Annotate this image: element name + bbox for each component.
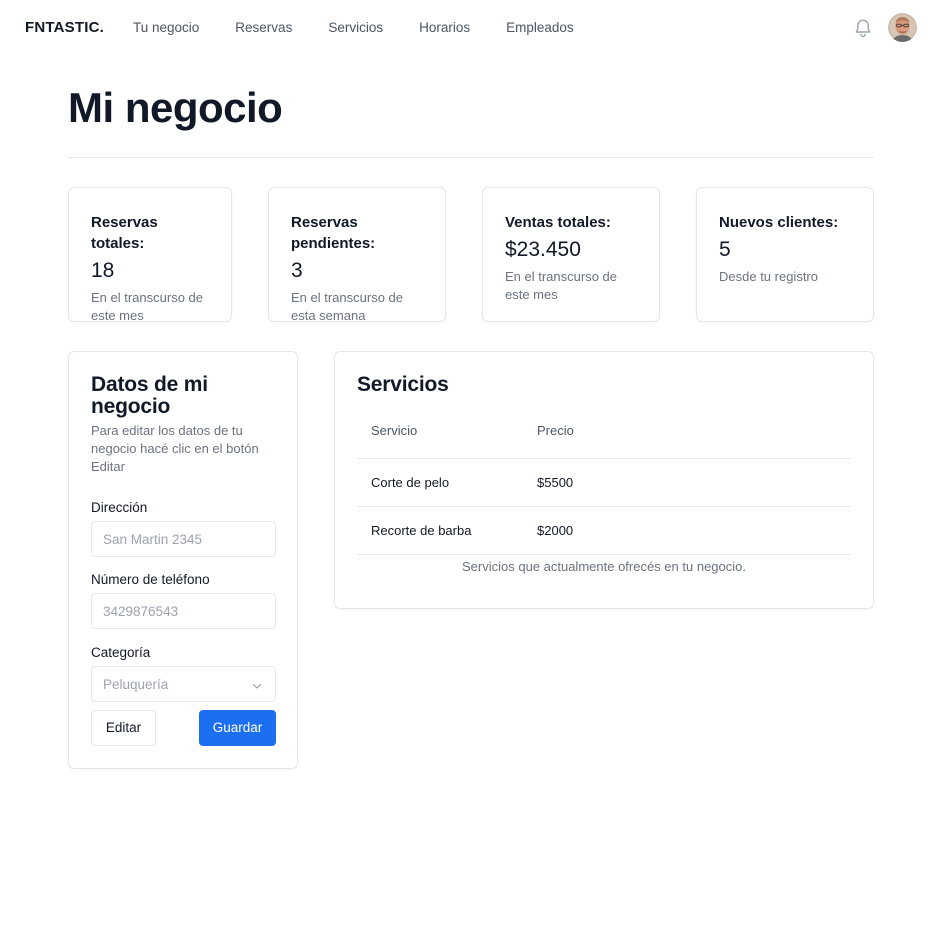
header-divider bbox=[68, 157, 874, 158]
nav-item-servicios[interactable]: Servicios bbox=[328, 20, 383, 36]
nav-item-tu-negocio[interactable]: Tu negocio bbox=[133, 20, 199, 36]
phone-label: Número de teléfono bbox=[91, 572, 210, 587]
category-label: Categoría bbox=[91, 645, 151, 660]
service-name-cell: Corte de pelo bbox=[371, 475, 450, 490]
service-price-cell: $5500 bbox=[537, 475, 574, 490]
nav-item-horarios[interactable]: Horarios bbox=[419, 20, 470, 36]
services-panel-title: Servicios bbox=[357, 373, 449, 396]
stat-label: Reservas totales: bbox=[91, 214, 158, 252]
stat-label: Reservas pendientes: bbox=[291, 214, 376, 252]
save-button[interactable]: Guardar bbox=[199, 710, 276, 746]
stat-value: $23.450 bbox=[505, 238, 581, 261]
table-row[interactable]: Corte de pelo $5500 bbox=[357, 459, 851, 507]
user-avatar[interactable] bbox=[888, 13, 917, 42]
address-field-group: Dirección bbox=[91, 500, 276, 557]
stat-value: 5 bbox=[719, 238, 731, 261]
stat-card-new-clients: Nuevos clientes: 5 Desde tu registro bbox=[696, 187, 874, 322]
brand-logo[interactable]: FNTASTIC. bbox=[25, 19, 104, 36]
top-navigation-bar: FNTASTIC. Tu negocio Reservas Servicios … bbox=[0, 0, 940, 55]
category-selected-value: Peluquería bbox=[103, 677, 169, 692]
stat-card-total-sales: Ventas totales: $23.450 En el transcurso… bbox=[482, 187, 660, 322]
business-data-panel: Datos de mi negocio Para editar los dato… bbox=[68, 351, 298, 769]
nav-item-empleados[interactable]: Empleados bbox=[506, 20, 574, 36]
category-field-group: Categoría Peluquería bbox=[91, 645, 276, 702]
business-panel-description: Para editar los datos de tu negocio hacé… bbox=[91, 423, 259, 474]
stat-label: Nuevos clientes: bbox=[719, 214, 839, 231]
service-name-cell: Recorte de barba bbox=[371, 523, 472, 538]
category-select[interactable]: Peluquería bbox=[91, 666, 276, 702]
page-title: Mi negocio bbox=[68, 84, 283, 131]
stat-description: En el transcurso de esta semana bbox=[291, 290, 404, 322]
services-table: Servicio Precio Corte de pelo $5500 Reco… bbox=[357, 421, 851, 574]
stat-description: En el transcurso de este mes bbox=[505, 269, 618, 302]
edit-button[interactable]: Editar bbox=[91, 710, 156, 746]
stat-value: 18 bbox=[91, 259, 115, 282]
services-panel: Servicios Servicio Precio Corte de pelo … bbox=[334, 351, 874, 609]
address-label: Dirección bbox=[91, 500, 148, 515]
stat-value: 3 bbox=[291, 259, 303, 282]
table-row[interactable]: Recorte de barba $2000 bbox=[357, 507, 851, 555]
service-price-cell: $2000 bbox=[537, 523, 574, 538]
column-header-service: Servicio bbox=[371, 423, 418, 438]
table-header-row: Servicio Precio bbox=[357, 421, 851, 459]
stat-card-total-bookings: Reservas totales: 18 En el transcurso de… bbox=[68, 187, 232, 322]
bell-icon[interactable] bbox=[852, 17, 874, 39]
services-table-caption: Servicios que actualmente ofrecés en tu … bbox=[461, 559, 746, 574]
phone-input[interactable] bbox=[91, 593, 276, 629]
stat-label: Ventas totales: bbox=[505, 214, 611, 231]
business-panel-title: Datos de mi negocio bbox=[91, 373, 208, 418]
column-header-price: Precio bbox=[537, 423, 574, 438]
stat-description: Desde tu registro bbox=[719, 269, 818, 284]
stat-description: En el transcurso de este mes bbox=[91, 290, 204, 322]
nav-item-reservas[interactable]: Reservas bbox=[235, 20, 292, 36]
phone-field-group: Número de teléfono bbox=[91, 572, 276, 629]
main-nav: Tu negocio Reservas Servicios Horarios E… bbox=[133, 20, 610, 36]
chevron-down-icon bbox=[251, 679, 263, 691]
stat-card-pending-bookings: Reservas pendientes: 3 En el transcurso … bbox=[268, 187, 446, 322]
address-input[interactable] bbox=[91, 521, 276, 557]
